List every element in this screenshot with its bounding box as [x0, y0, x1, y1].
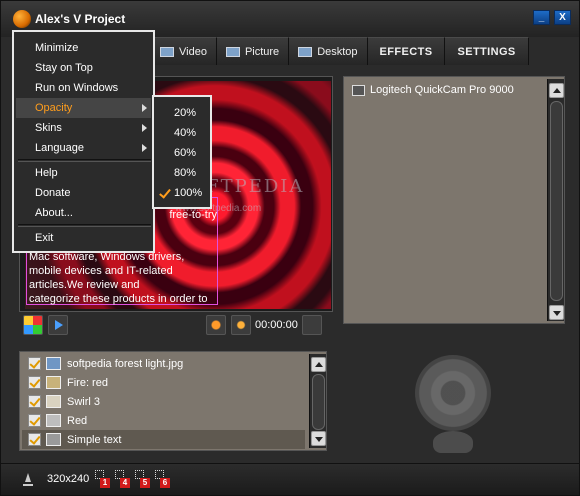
- checkbox[interactable]: [28, 395, 41, 408]
- effect-label: Swirl 3: [67, 395, 101, 408]
- tab-picture[interactable]: Picture: [216, 37, 290, 65]
- menu-item-label: Opacity: [35, 102, 73, 114]
- tab-desktop-label: Desktop: [317, 45, 358, 58]
- submenu-arrow-icon: [142, 124, 147, 132]
- menu-item-stay-on-top[interactable]: Stay on Top: [16, 58, 151, 78]
- scroll-thumb[interactable]: [312, 374, 325, 430]
- checkbox[interactable]: [28, 433, 41, 446]
- app-logo-icon: [13, 10, 31, 28]
- device-scrollbar[interactable]: [547, 79, 564, 321]
- snapshot-button[interactable]: [302, 315, 322, 335]
- effect-count-icon[interactable]: 4: [115, 470, 130, 488]
- tab-video-label: Video: [179, 45, 207, 58]
- effects-list: softpedia forest light.jpg Fire: red Swi…: [19, 351, 327, 451]
- opacity-option-40[interactable]: 40%: [156, 123, 210, 143]
- opacity-option-60[interactable]: 60%: [156, 143, 210, 163]
- submenu-arrow-icon: [142, 104, 147, 112]
- webcam-icon: [411, 351, 495, 461]
- opacity-option-100[interactable]: 100%: [156, 183, 210, 203]
- effect-label: softpedia forest light.jpg: [67, 357, 184, 370]
- picture-icon: [225, 46, 240, 57]
- scroll-up-button[interactable]: [311, 357, 326, 372]
- menu-item-exit[interactable]: Exit: [16, 228, 151, 248]
- checkbox[interactable]: [28, 357, 41, 370]
- device-list: Logitech QuickCam Pro 9000: [343, 76, 565, 324]
- play-button[interactable]: [48, 315, 68, 335]
- overlay-text-line: mobile devices and IT-related: [29, 265, 173, 277]
- menu-item-minimize[interactable]: Minimize: [16, 38, 151, 58]
- layout-grid-button[interactable]: [23, 315, 43, 335]
- count-badge: 1: [100, 478, 110, 488]
- swirl-icon: [46, 395, 61, 408]
- device-item[interactable]: Logitech QuickCam Pro 9000: [352, 84, 514, 96]
- overlay-count-icon[interactable]: 6: [155, 470, 170, 488]
- effects-scrollbar[interactable]: [309, 354, 326, 448]
- menu-item-donate[interactable]: Donate: [16, 183, 151, 203]
- count-badge: 5: [140, 478, 150, 488]
- time-display: 00:00:00: [255, 319, 298, 331]
- app-window: Alex's V Project _ X Video Picture Deskt…: [0, 0, 580, 496]
- scroll-down-button[interactable]: [311, 431, 326, 446]
- broadcast-button[interactable]: [206, 315, 226, 335]
- image-icon: [46, 357, 61, 370]
- menu-item-language[interactable]: Language: [16, 138, 151, 158]
- color-icon: [46, 414, 61, 427]
- menu-item-label: Language: [35, 142, 84, 154]
- menu-item-help[interactable]: Help: [16, 163, 151, 183]
- tab-settings[interactable]: SETTINGS: [445, 37, 529, 65]
- resolution-icon: [23, 473, 33, 486]
- list-item[interactable]: Simple text: [22, 430, 305, 449]
- menu-item-label: Skins: [35, 122, 62, 134]
- menu-separator: [18, 159, 151, 162]
- preview-controls: 00:00:00: [19, 314, 333, 338]
- tab-picture-label: Picture: [244, 45, 280, 58]
- effect-label: Fire: red: [67, 376, 108, 389]
- device-label: Logitech QuickCam Pro 9000: [370, 84, 514, 96]
- submenu-arrow-icon: [142, 144, 147, 152]
- opacity-option-80[interactable]: 80%: [156, 163, 210, 183]
- tab-video[interactable]: Video: [151, 37, 217, 65]
- list-item[interactable]: Swirl 3: [22, 392, 305, 411]
- main-tabs: Video Picture Desktop EFFECTS SETTINGS: [151, 37, 529, 65]
- scroll-thumb[interactable]: [550, 101, 563, 301]
- list-item[interactable]: Fire: red: [22, 373, 305, 392]
- fire-icon: [46, 376, 61, 389]
- opacity-option-20[interactable]: 20%: [156, 103, 210, 123]
- resolution-text: 320x240: [47, 473, 90, 485]
- menu-separator: [18, 224, 151, 227]
- menu-item-run-on-startup[interactable]: Run on Windows StartUp: [16, 78, 151, 114]
- context-menu: Minimize Stay on Top Run on Windows Star…: [12, 30, 155, 253]
- layer-icon[interactable]: 1: [95, 470, 110, 488]
- count-badge: 4: [120, 478, 130, 488]
- count-badge: 6: [160, 478, 170, 488]
- list-item[interactable]: softpedia forest light.jpg: [22, 354, 305, 373]
- opacity-submenu: 20% 40% 60% 80% 100%: [152, 95, 212, 209]
- checkbox[interactable]: [28, 376, 41, 389]
- desktop-icon: [298, 46, 313, 57]
- overlay-text-line: articles.We review and: [29, 279, 140, 291]
- filter-count-icon[interactable]: 5: [135, 470, 150, 488]
- overlay-text-line: categorize these products in order to: [29, 293, 208, 305]
- camera-icon: [352, 84, 365, 96]
- effect-label: Red: [67, 414, 88, 427]
- scroll-up-button[interactable]: [549, 83, 564, 98]
- text-icon: [46, 433, 61, 446]
- record-button[interactable]: [231, 315, 251, 335]
- tab-desktop[interactable]: Desktop: [289, 37, 368, 65]
- menu-item-skins[interactable]: Skins: [16, 118, 151, 138]
- checkbox[interactable]: [28, 414, 41, 427]
- menu-item-about[interactable]: About...: [16, 203, 151, 223]
- effect-label: Simple text: [67, 433, 122, 446]
- status-bar: 320x240 1 4 5 6: [1, 463, 579, 495]
- window-title: Alex's V Project: [35, 12, 126, 26]
- scroll-down-button[interactable]: [549, 305, 564, 320]
- tab-effects[interactable]: EFFECTS: [367, 37, 446, 65]
- close-button[interactable]: X: [554, 10, 571, 25]
- video-icon: [160, 46, 174, 57]
- menu-item-opacity[interactable]: Opacity: [16, 98, 151, 118]
- minimize-button[interactable]: _: [533, 10, 550, 25]
- list-item[interactable]: Red: [22, 411, 305, 430]
